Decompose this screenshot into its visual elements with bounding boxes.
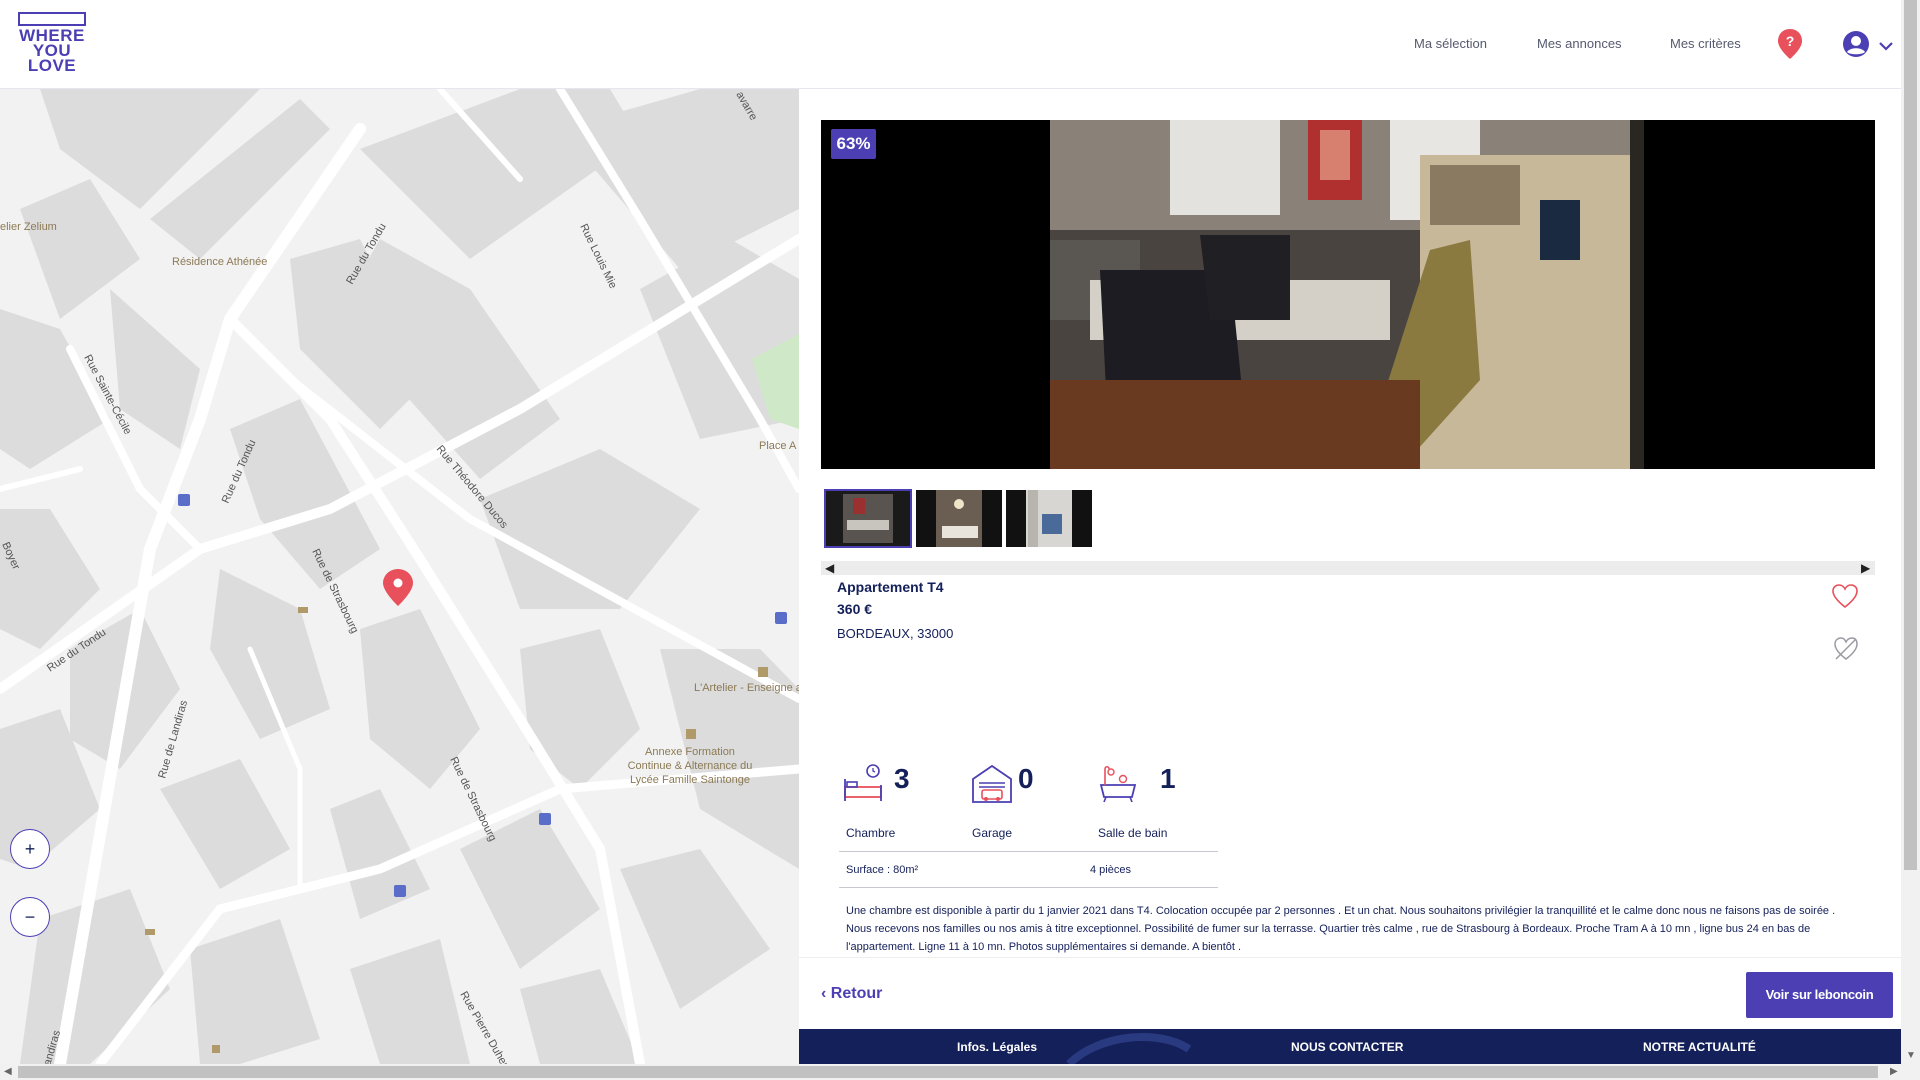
poi-label: Résidence Athénée — [172, 256, 267, 268]
map-view[interactable]: Rue du Tondu Rue du Tondu Rue du Tondu R… — [0, 89, 799, 1064]
bathtub-icon — [1099, 765, 1137, 803]
listing-panel: 63% ◀ ▶ Appartement T4 360 € BORDEAUX, 3… — [799, 89, 1901, 1064]
footer-decoration — [1066, 1033, 1192, 1064]
scrollbar-thumb[interactable] — [1904, 0, 1917, 870]
listing-price: 360 € — [837, 601, 873, 617]
action-bar: ‹ Retour Voir sur leboncoin — [799, 957, 1901, 1030]
match-percent-badge: 63% — [831, 129, 876, 159]
site-footer: Infos. Légales NOUS CONTACTER NOTRE ACTU… — [799, 1029, 1901, 1064]
user-circle-icon[interactable] — [1842, 30, 1870, 58]
rooms-text: 4 pièces — [1090, 864, 1131, 876]
bed-icon — [844, 764, 882, 801]
garage-icon — [972, 764, 1012, 803]
zoom-out-button[interactable]: − — [10, 897, 50, 937]
listing-city: BORDEAUX, 33000 — [837, 626, 954, 641]
scroll-left-icon[interactable]: ◀ — [4, 1066, 12, 1077]
photo-thumbnail[interactable] — [824, 489, 912, 548]
bedroom-count: 3 — [894, 763, 910, 794]
footer-news-link[interactable]: NOTRE ACTUALITÉ — [1643, 1040, 1756, 1054]
footer-legal-link[interactable]: Infos. Légales — [957, 1040, 1037, 1054]
zoom-in-button[interactable]: + — [10, 829, 50, 869]
svg-text:Annexe Formation: Annexe Formation — [645, 746, 735, 758]
svg-text:Continue & Alternance du: Continue & Alternance du — [628, 760, 753, 772]
poi-label: Place A — [759, 440, 797, 452]
bathroom-count: 1 — [1160, 763, 1176, 794]
page-vertical-scrollbar[interactable]: ▼ — [1901, 0, 1920, 1064]
photo-thumbnail[interactable] — [916, 490, 1002, 547]
poi-label: L'Artelier - Enseigne artistique — [694, 682, 799, 694]
view-on-leboncoin-button[interactable]: Voir sur leboncoin — [1746, 972, 1893, 1018]
logo-line-3: LOVE — [27, 56, 77, 75]
photo-thumbnail[interactable] — [1006, 490, 1092, 547]
back-label: Retour — [830, 985, 883, 1002]
question-pin-icon[interactable]: ? — [1776, 28, 1804, 60]
page-horizontal-scrollbar[interactable]: ◀ ▶ — [0, 1064, 1920, 1080]
listing-description: Une chambre est disponible à partir du 1… — [846, 905, 1836, 953]
garage-count: 0 — [1018, 763, 1034, 794]
logo-frame — [18, 12, 86, 26]
listing-main-photo[interactable]: 63% — [821, 120, 1875, 469]
heart-crossed-icon[interactable] — [1833, 636, 1859, 662]
chevron-down-icon[interactable] — [1878, 40, 1894, 52]
divider — [839, 887, 1218, 888]
map-canvas[interactable]: Rue du Tondu Rue du Tondu Rue du Tondu R… — [0, 89, 799, 1064]
bedroom-label: Chambre — [846, 826, 896, 840]
poi-label: elier Zelium — [0, 221, 57, 233]
scrollbar-thumb[interactable] — [18, 1066, 1878, 1078]
back-button[interactable]: ‹ Retour — [821, 985, 882, 1003]
nav-ma-selection[interactable]: Ma sélection — [1414, 36, 1487, 51]
scroll-down-icon[interactable]: ▼ — [1906, 1050, 1916, 1061]
footer-contact-link[interactable]: NOUS CONTACTER — [1291, 1040, 1403, 1054]
scroll-left-icon[interactable]: ◀ — [825, 561, 834, 575]
where-you-love-logo[interactable]: WHERE YOU LOVE — [16, 12, 88, 75]
svg-text:?: ? — [1786, 33, 1795, 49]
room-photo-image — [1050, 120, 1644, 469]
scroll-right-icon[interactable]: ▶ — [1890, 1066, 1898, 1077]
top-header: WHERE YOU LOVE Ma sélection Mes annonces… — [0, 0, 1901, 89]
scroll-right-icon[interactable]: ▶ — [1861, 561, 1870, 575]
bathroom-label: Salle de bain — [1098, 826, 1168, 840]
divider — [839, 851, 1218, 852]
nav-mes-annonces[interactable]: Mes annonces — [1537, 36, 1622, 51]
listing-title: Appartement T4 — [837, 579, 944, 595]
thumbnail-scrollbar[interactable]: ◀ ▶ — [821, 561, 1875, 575]
garage-label: Garage — [972, 826, 1013, 840]
svg-text:Lycée Famille Saintonge: Lycée Famille Saintonge — [630, 774, 750, 786]
nav-mes-criteres[interactable]: Mes critères — [1670, 36, 1741, 51]
surface-text: Surface : 80m² — [846, 864, 919, 876]
heart-icon[interactable] — [1831, 583, 1859, 609]
